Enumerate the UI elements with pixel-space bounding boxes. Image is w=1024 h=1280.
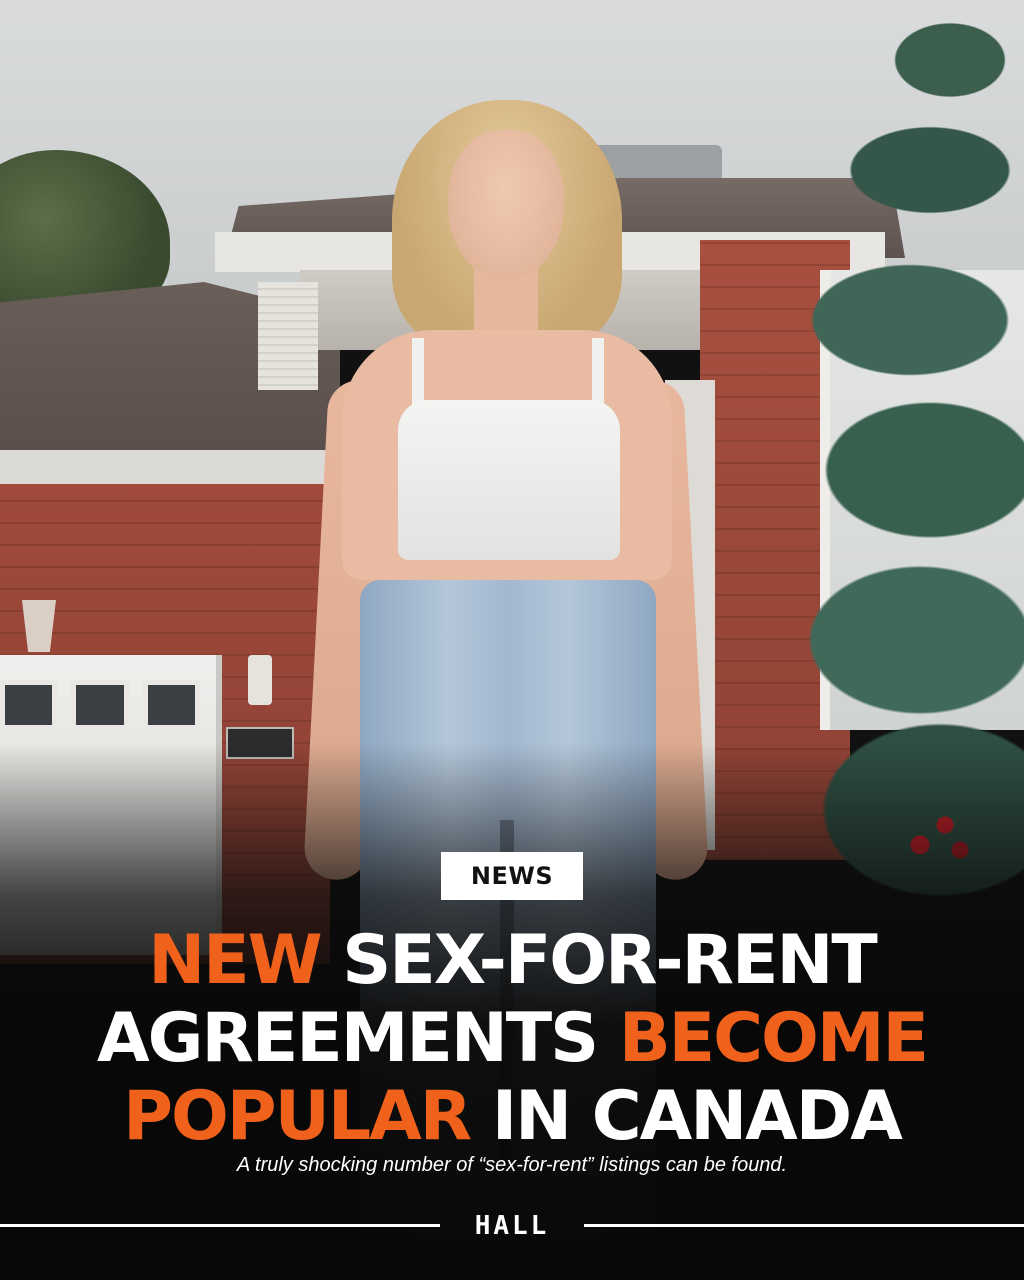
headline-line-2: AGREEMENTS BECOME <box>0 1000 1024 1078</box>
footer-rule-left <box>0 1224 440 1227</box>
headline-accent: NEW <box>148 921 322 1000</box>
brand-logo: HALL <box>474 1211 550 1241</box>
headline-line-1: NEW SEX-FOR-RENT <box>0 922 1024 1000</box>
headline: NEW SEX-FOR-RENT AGREEMENTS BECOME POPUL… <box>0 922 1024 1156</box>
news-post: NEWS NEW SEX-FOR-RENT AGREEMENTS BECOME … <box>0 0 1024 1280</box>
headline-text: SEX-FOR-RENT <box>320 921 877 1000</box>
subtitle: A truly shocking number of “sex-for-rent… <box>236 1154 788 1176</box>
footer-rule-right <box>584 1224 1024 1227</box>
headline-text: IN CANADA <box>470 1077 903 1156</box>
headline-accent: BECOME <box>618 999 929 1078</box>
news-badge: NEWS <box>441 852 583 900</box>
headline-accent: POPULAR <box>123 1077 472 1156</box>
headline-text: AGREEMENTS <box>97 999 619 1078</box>
headline-line-3: POPULAR IN CANADA <box>0 1078 1024 1156</box>
